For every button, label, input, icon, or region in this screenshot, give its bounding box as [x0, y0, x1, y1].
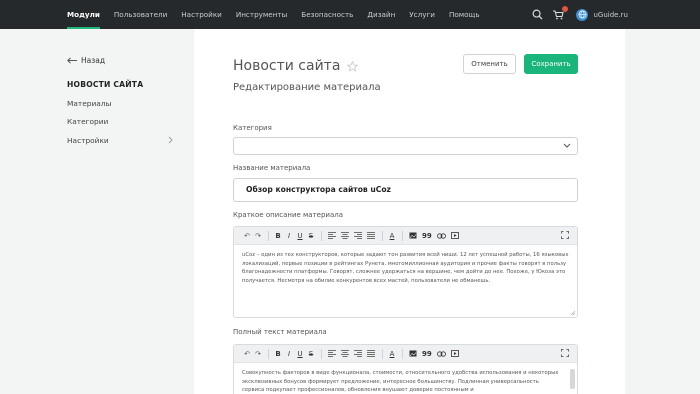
top-navigation-bar: Модули Пользователи Настройки Инструмент… — [0, 0, 700, 29]
nav-item-help[interactable]: Помощь — [449, 0, 480, 29]
nav-item-services[interactable]: Услуги — [409, 0, 435, 29]
image-icon[interactable] — [409, 350, 417, 357]
toolbar-divider — [321, 230, 322, 241]
nav-item-users[interactable]: Пользователи — [114, 0, 167, 29]
globe-icon[interactable] — [576, 8, 589, 21]
sidebar-section-title: НОВОСТИ САЙТА — [67, 80, 144, 89]
page-title-text: Новости сайта — [233, 58, 341, 74]
topbar-actions: uGuide.ru — [522, 0, 628, 29]
fullscreen-icon[interactable] — [561, 231, 569, 239]
save-button[interactable]: Сохранить — [524, 54, 578, 74]
editor-toolbar: ↶ ↷ B I U S A 99 — [234, 227, 577, 245]
image-icon[interactable] — [409, 232, 417, 239]
bold-button[interactable]: B — [275, 345, 281, 363]
redo-icon[interactable]: ↷ — [255, 345, 261, 363]
sidebar: Назад НОВОСТИ САЙТА Материалы Категории … — [0, 29, 194, 394]
undo-icon[interactable]: ↶ — [244, 227, 250, 245]
align-left-icon[interactable] — [328, 350, 336, 357]
sidebar-item-settings[interactable]: Настройки — [67, 136, 109, 145]
edit-material-panel: Новости сайта Редактирование материала О… — [194, 29, 625, 394]
sidebar-item-categories[interactable]: Категории — [67, 117, 108, 126]
full-text-label: Полный текст материала — [233, 328, 327, 336]
toolbar-divider — [402, 348, 403, 359]
nav-item-modules[interactable]: Модули — [67, 0, 100, 29]
align-left-icon[interactable] — [328, 232, 336, 239]
italic-button[interactable]: I — [286, 227, 292, 245]
toolbar-divider — [268, 348, 269, 359]
link-icon[interactable] — [436, 350, 446, 357]
site-name-link[interactable]: uGuide.ru — [593, 11, 628, 19]
chevron-right-icon — [168, 136, 173, 144]
fullscreen-icon[interactable] — [561, 349, 569, 357]
nav-item-security[interactable]: Безопасность — [301, 0, 353, 29]
bold-button[interactable]: B — [275, 227, 281, 245]
align-right-icon[interactable] — [354, 232, 362, 239]
sidebar-item-materials[interactable]: Материалы — [67, 99, 111, 108]
underline-button[interactable]: U — [297, 227, 303, 245]
full-text-body[interactable]: Совокупность факторов в виде функционала… — [234, 363, 577, 394]
toolbar-divider — [382, 230, 383, 241]
nav-item-tools[interactable]: Инструменты — [236, 0, 287, 29]
nav-item-design[interactable]: Дизайн — [367, 0, 395, 29]
short-desc-text[interactable]: uCoz – один из тех конструкторов, которы… — [234, 245, 577, 291]
back-label: Назад — [81, 56, 106, 65]
media-icon[interactable] — [450, 232, 459, 239]
short-desc-label: Краткое описание материала — [233, 211, 344, 219]
material-name-input[interactable]: Обзор конструктора сайтов uCoz — [233, 178, 578, 202]
short-desc-editor[interactable]: ↶ ↷ B I U S A 99 uCoz – один из тех конс… — [233, 226, 578, 318]
toolbar-divider — [321, 348, 322, 359]
link-icon[interactable] — [436, 232, 446, 239]
strikethrough-button[interactable]: S — [308, 345, 314, 363]
page-title: Новости сайта — [233, 58, 359, 74]
star-icon[interactable] — [347, 60, 359, 72]
toolbar-divider — [402, 230, 403, 241]
redo-icon[interactable]: ↷ — [255, 227, 261, 245]
name-field-label: Название материала — [233, 164, 311, 172]
cart-badge — [562, 5, 569, 12]
align-center-icon[interactable] — [341, 232, 349, 239]
align-justify-icon[interactable] — [367, 350, 375, 357]
arrow-left-icon — [67, 57, 77, 64]
media-icon[interactable] — [450, 350, 459, 357]
main-nav: Модули Пользователи Настройки Инструмент… — [0, 0, 494, 29]
full-text-editor[interactable]: ↶ ↷ B I U S A 99 Совокупность факторов в… — [233, 344, 578, 394]
undo-icon[interactable]: ↶ — [244, 345, 250, 363]
cart-icon[interactable] — [552, 5, 569, 21]
editor-scrollbar[interactable] — [570, 369, 575, 389]
quote-button[interactable]: 99 — [422, 345, 432, 363]
chevron-down-icon — [563, 143, 571, 148]
underline-button[interactable]: U — [297, 345, 303, 363]
font-color-button[interactable]: A — [389, 345, 395, 363]
category-label: Категория — [233, 124, 272, 132]
align-right-icon[interactable] — [354, 350, 362, 357]
align-center-icon[interactable] — [341, 350, 349, 357]
toolbar-divider — [268, 230, 269, 241]
right-gutter — [625, 29, 700, 394]
toolbar-divider — [382, 348, 383, 359]
quote-button[interactable]: 99 — [422, 227, 432, 245]
resize-handle-icon[interactable] — [570, 310, 575, 315]
strikethrough-button[interactable]: S — [308, 227, 314, 245]
font-color-button[interactable]: A — [389, 227, 395, 245]
search-icon[interactable] — [531, 9, 543, 21]
align-justify-icon[interactable] — [367, 232, 375, 239]
page-subtitle: Редактирование материала — [233, 82, 381, 93]
category-select[interactable] — [233, 137, 578, 155]
nav-item-settings[interactable]: Настройки — [181, 0, 222, 29]
editor-toolbar: ↶ ↷ B I U S A 99 — [234, 345, 577, 363]
back-link[interactable]: Назад — [67, 56, 105, 65]
italic-button[interactable]: I — [286, 345, 292, 363]
cancel-button[interactable]: Отменить — [463, 54, 516, 74]
